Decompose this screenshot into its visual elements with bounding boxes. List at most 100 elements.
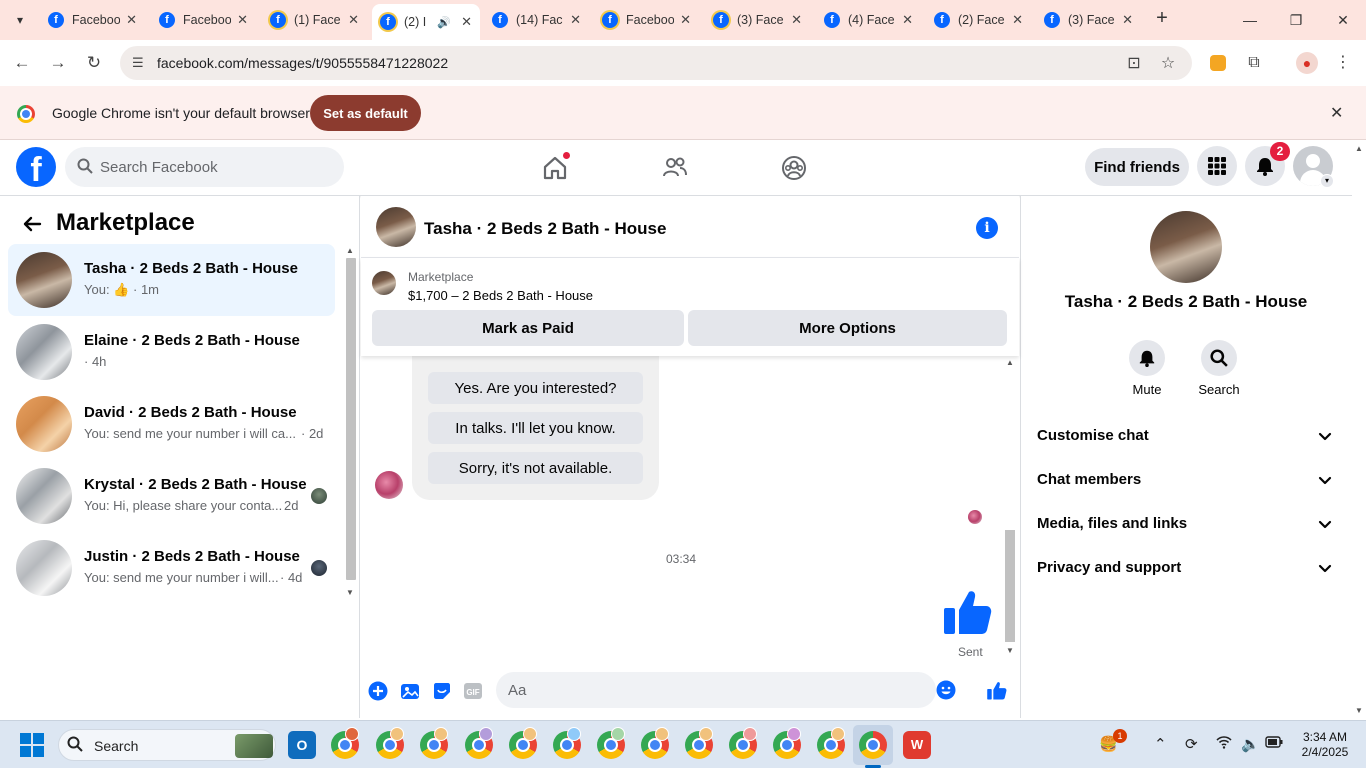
plus-circle-icon[interactable]	[367, 680, 389, 702]
menu-grid-icon[interactable]	[1197, 146, 1237, 186]
tab-close-icon[interactable]: ✕	[1012, 12, 1023, 28]
chrome-app-icon[interactable]	[817, 727, 845, 759]
chrome-app-icon[interactable]	[331, 727, 359, 759]
conversation-item[interactable]: Elaine · 2 Beds 2 Bath - House · 4h	[8, 316, 335, 388]
chevron-up-icon[interactable]: ⌃	[1154, 735, 1167, 753]
tab-close-icon[interactable]: ✕	[902, 12, 913, 28]
browser-tab-active[interactable]: f (2) I 🔊 ✕	[372, 4, 480, 40]
quick-reply-button[interactable]: Sorry, it's not available.	[428, 452, 643, 484]
battery-icon[interactable]	[1265, 735, 1283, 752]
quick-reply-button[interactable]: In talks. I'll let you know.	[428, 412, 643, 444]
conversation-item[interactable]: Tasha · 2 Beds 2 Bath - House You: 👍 · 1…	[8, 244, 335, 316]
send-like-icon[interactable]	[986, 680, 1008, 702]
facebook-search-input[interactable]	[100, 147, 330, 187]
emoji-icon[interactable]	[936, 680, 956, 705]
mute-button[interactable]: Mute	[1117, 340, 1177, 397]
outlook-app-icon[interactable]: O	[288, 731, 316, 759]
minimize-icon[interactable]: —	[1238, 8, 1262, 32]
tab-close-icon[interactable]: ✕	[461, 14, 472, 30]
forward-arrow-icon[interactable]: →	[46, 51, 70, 75]
chrome-app-icon-active[interactable]	[859, 731, 887, 759]
tab-close-icon[interactable]: ✕	[570, 12, 581, 28]
wifi-icon[interactable]	[1216, 735, 1232, 753]
chrome-app-icon[interactable]	[685, 727, 713, 759]
find-friends-button[interactable]: Find friends	[1085, 148, 1189, 186]
privacy-support-section[interactable]: Privacy and support	[1029, 546, 1345, 590]
chrome-app-icon[interactable]	[597, 727, 625, 759]
browser-tab[interactable]: f (1) Face ✕	[262, 6, 367, 34]
photo-icon[interactable]	[399, 680, 421, 702]
gif-icon[interactable]: GIF	[462, 680, 484, 702]
customise-chat-section[interactable]: Customise chat	[1029, 414, 1345, 458]
tab-close-icon[interactable]: ✕	[237, 12, 248, 28]
conversation-item[interactable]: Krystal · 2 Beds 2 Bath - House You: Hi,…	[8, 460, 335, 532]
tab-close-icon[interactable]: ✕	[791, 12, 802, 28]
info-icon[interactable]: i	[976, 217, 998, 239]
conversation-list-scrollbar[interactable]: ▲ ▼	[344, 246, 356, 602]
install-app-icon[interactable]: ⊡	[1124, 53, 1144, 73]
chrome-app-icon[interactable]	[465, 727, 493, 759]
speaker-icon[interactable]: 🔊	[437, 16, 451, 29]
back-arrow-icon[interactable]: ←	[10, 51, 34, 75]
new-tab-icon[interactable]: +	[1151, 8, 1173, 30]
browser-tab[interactable]: f (14) Fac ✕	[484, 6, 589, 34]
browser-tab[interactable]: f (4) Face ✕	[816, 6, 921, 34]
address-bar[interactable]: ☰ facebook.com/messages/t/90555584712280…	[120, 46, 1192, 80]
tab-close-icon[interactable]: ✕	[126, 12, 137, 28]
volume-icon[interactable]: 🔈	[1241, 735, 1260, 753]
back-arrow-icon[interactable]	[22, 214, 42, 240]
windows-start-icon[interactable]	[20, 733, 44, 757]
tab-search-menu-icon[interactable]: ▾	[8, 8, 32, 32]
message-input-box[interactable]	[496, 672, 956, 708]
chrome-app-icon[interactable]	[729, 727, 757, 759]
chat-avatar[interactable]	[376, 207, 416, 247]
sync-icon[interactable]: ⟳	[1185, 735, 1198, 753]
chat-members-section[interactable]: Chat members	[1029, 458, 1345, 502]
browser-tab[interactable]: f Facebook ✕	[151, 6, 256, 34]
contact-avatar[interactable]	[1150, 211, 1222, 283]
restore-icon[interactable]: ❐	[1284, 8, 1308, 32]
facebook-search-box[interactable]	[65, 147, 344, 187]
facebook-logo-icon[interactable]: f	[16, 147, 56, 187]
search-in-chat-button[interactable]: Search	[1189, 340, 1249, 397]
chrome-app-icon[interactable]	[553, 727, 581, 759]
more-options-button[interactable]: More Options	[688, 310, 1007, 346]
tab-close-icon[interactable]: ✕	[1122, 12, 1133, 28]
sender-avatar[interactable]	[375, 471, 403, 499]
conversation-item[interactable]: David · 2 Beds 2 Bath - House You: send …	[8, 388, 335, 460]
browser-tab[interactable]: f Facebook ✕	[594, 6, 699, 34]
window-close-icon[interactable]: ✕	[1331, 8, 1355, 32]
message-input[interactable]	[508, 672, 908, 708]
reload-icon[interactable]: ↻	[82, 51, 106, 75]
chrome-app-icon[interactable]	[773, 727, 801, 759]
chrome-app-icon[interactable]	[509, 727, 537, 759]
extensions-puzzle-icon[interactable]: ⧉	[1243, 52, 1265, 74]
chrome-menu-icon[interactable]: ⋮	[1332, 52, 1354, 74]
chat-title[interactable]: Tasha · 2 Beds 2 Bath - House	[424, 219, 666, 239]
system-clock[interactable]: 3:34 AM 2/4/2025	[1290, 730, 1360, 760]
quick-reply-button[interactable]: Yes. Are you interested?	[428, 372, 643, 404]
chrome-app-icon[interactable]	[420, 727, 448, 759]
media-files-links-section[interactable]: Media, files and links	[1029, 502, 1345, 546]
groups-icon[interactable]	[778, 152, 810, 184]
chrome-profile-icon[interactable]: ●	[1296, 52, 1318, 74]
conversation-item[interactable]: Justin · 2 Beds 2 Bath - House You: send…	[8, 532, 335, 604]
extension-box-icon[interactable]	[1210, 55, 1226, 71]
site-info-icon[interactable]: ☰	[132, 55, 148, 71]
tab-close-icon[interactable]: ✕	[348, 12, 359, 28]
banner-close-icon[interactable]: ✕	[1330, 103, 1343, 123]
browser-tab[interactable]: f Facebook ✕	[40, 6, 145, 34]
url-text[interactable]: facebook.com/messages/t/9055558471228022	[157, 55, 448, 71]
taskbar-search-box[interactable]: Search	[58, 729, 276, 761]
page-scrollbar[interactable]: ▲ ▼	[1352, 140, 1366, 718]
chrome-app-icon[interactable]	[641, 727, 669, 759]
mark-as-paid-button[interactable]: Mark as Paid	[372, 310, 684, 346]
tab-close-icon[interactable]: ✕	[680, 12, 691, 28]
browser-tab[interactable]: f (3) Face ✕	[705, 6, 810, 34]
bookmark-star-icon[interactable]: ☆	[1158, 53, 1178, 73]
listing-price-title[interactable]: $1,700 – 2 Beds 2 Bath - House	[408, 288, 593, 303]
chevron-down-icon[interactable]: ▾	[1320, 174, 1334, 188]
chrome-app-icon[interactable]	[376, 727, 404, 759]
set-as-default-button[interactable]: Set as default	[310, 95, 421, 131]
sticker-icon[interactable]	[431, 680, 453, 702]
